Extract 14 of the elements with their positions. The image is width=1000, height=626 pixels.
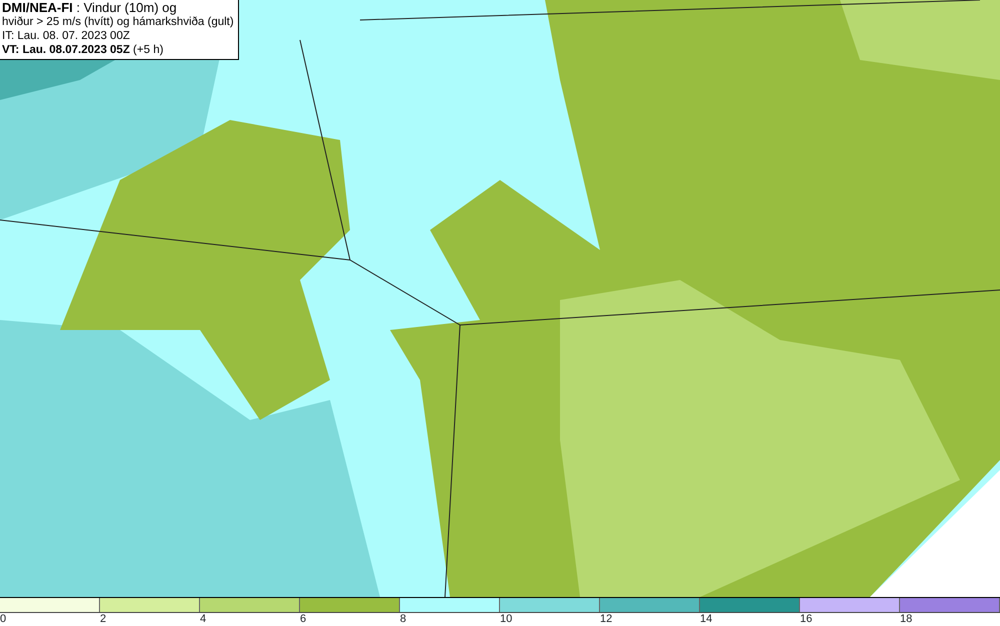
title-line: VT: Lau. 08.07.2023 05Z (+5 h) <box>2 43 164 57</box>
legend-tick-label: 16 <box>800 613 812 625</box>
legend-tick-label: 8 <box>400 613 406 625</box>
title-line: hviður > 25 m/s (hvítt) og hámarkshviða (gult) <box>2 15 234 29</box>
legend-tick-label: 2 <box>100 613 106 625</box>
legend-tick-label: 10 <box>500 613 512 625</box>
legend-tick-label: 6 <box>300 613 306 625</box>
title-line: DMI/NEA-FI : Vindur (10m) og <box>2 1 178 15</box>
legend-tick-label: 18 <box>900 613 912 625</box>
legend-tick-label: 4 <box>200 613 206 625</box>
legend-tick-label: 12 <box>600 613 612 625</box>
title-line: IT: Lau. 08. 07. 2023 00Z <box>2 29 131 43</box>
legend-tick-label: 14 <box>700 613 712 625</box>
legend-tick-label: 0 <box>0 613 6 625</box>
